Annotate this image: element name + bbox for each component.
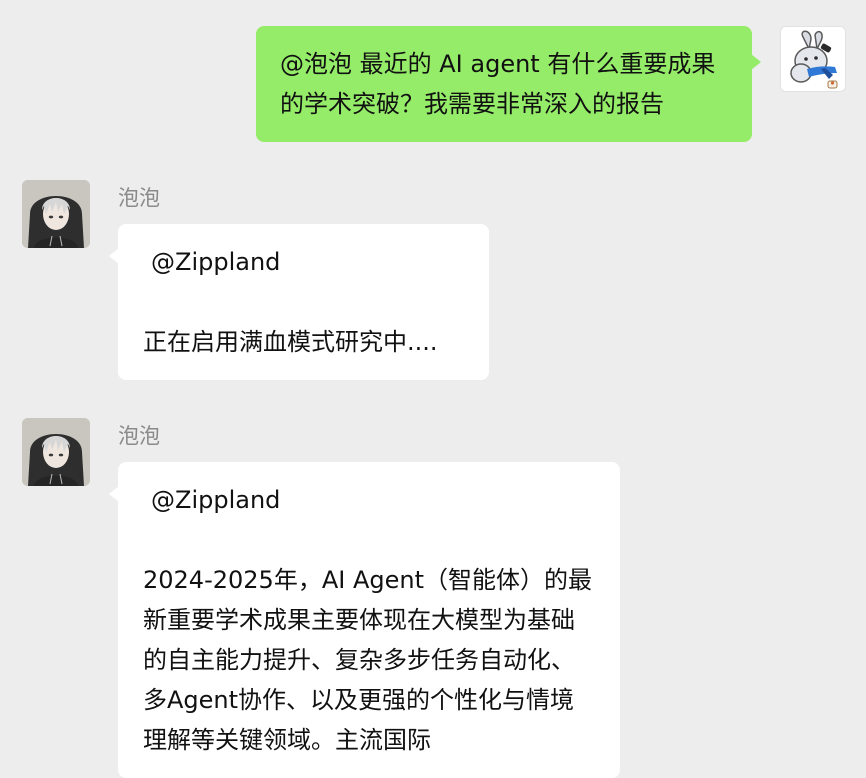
outgoing-bubble[interactable]: @泡泡 最近的 AI agent 有什么重要成果的学术突破？我需要非常深入的报告 [256,26,761,142]
hooded-character-icon [22,180,90,248]
my-avatar-icon[interactable] [780,26,846,92]
sender-name: 泡泡 [118,186,160,210]
incoming-message: 泡泡 @Zippland 正在启用满血模式研究中.... [22,180,489,380]
outgoing-message: @泡泡 最近的 AI agent 有什么重要成果的学术突破？我需要非常深入的报告 [256,26,846,142]
message-text: 正在启用满血模式研究中.... [143,328,438,356]
message-content: 泡泡 @Zippland 2024-2025年，AI Agent（智能体）的最新… [109,418,620,778]
hooded-character-icon [22,418,90,486]
cartoon-animal-icon [781,27,845,91]
mention-tag[interactable]: @Zippland [143,242,465,282]
incoming-bubble[interactable]: @Zippland 正在启用满血模式研究中.... [109,224,489,380]
incoming-message: 泡泡 @Zippland 2024-2025年，AI Agent（智能体）的最新… [22,418,620,778]
message-text: 2024-2025年，AI Agent（智能体）的最新重要学术成果主要体现在大模… [143,566,592,754]
chat-area: @泡泡 最近的 AI agent 有什么重要成果的学术突破？我需要非常深入的报告 [0,0,866,778]
bot-avatar-icon[interactable] [22,418,90,486]
sender-name: 泡泡 [118,424,160,448]
outgoing-message-text: @泡泡 最近的 AI agent 有什么重要成果的学术突破？我需要非常深入的报告 [280,50,716,118]
incoming-bubble[interactable]: @Zippland 2024-2025年，AI Agent（智能体）的最新重要学… [109,462,620,778]
mention-tag[interactable]: @Zippland [143,480,596,520]
bot-avatar-icon[interactable] [22,180,90,248]
message-content: 泡泡 @Zippland 正在启用满血模式研究中.... [109,180,489,380]
